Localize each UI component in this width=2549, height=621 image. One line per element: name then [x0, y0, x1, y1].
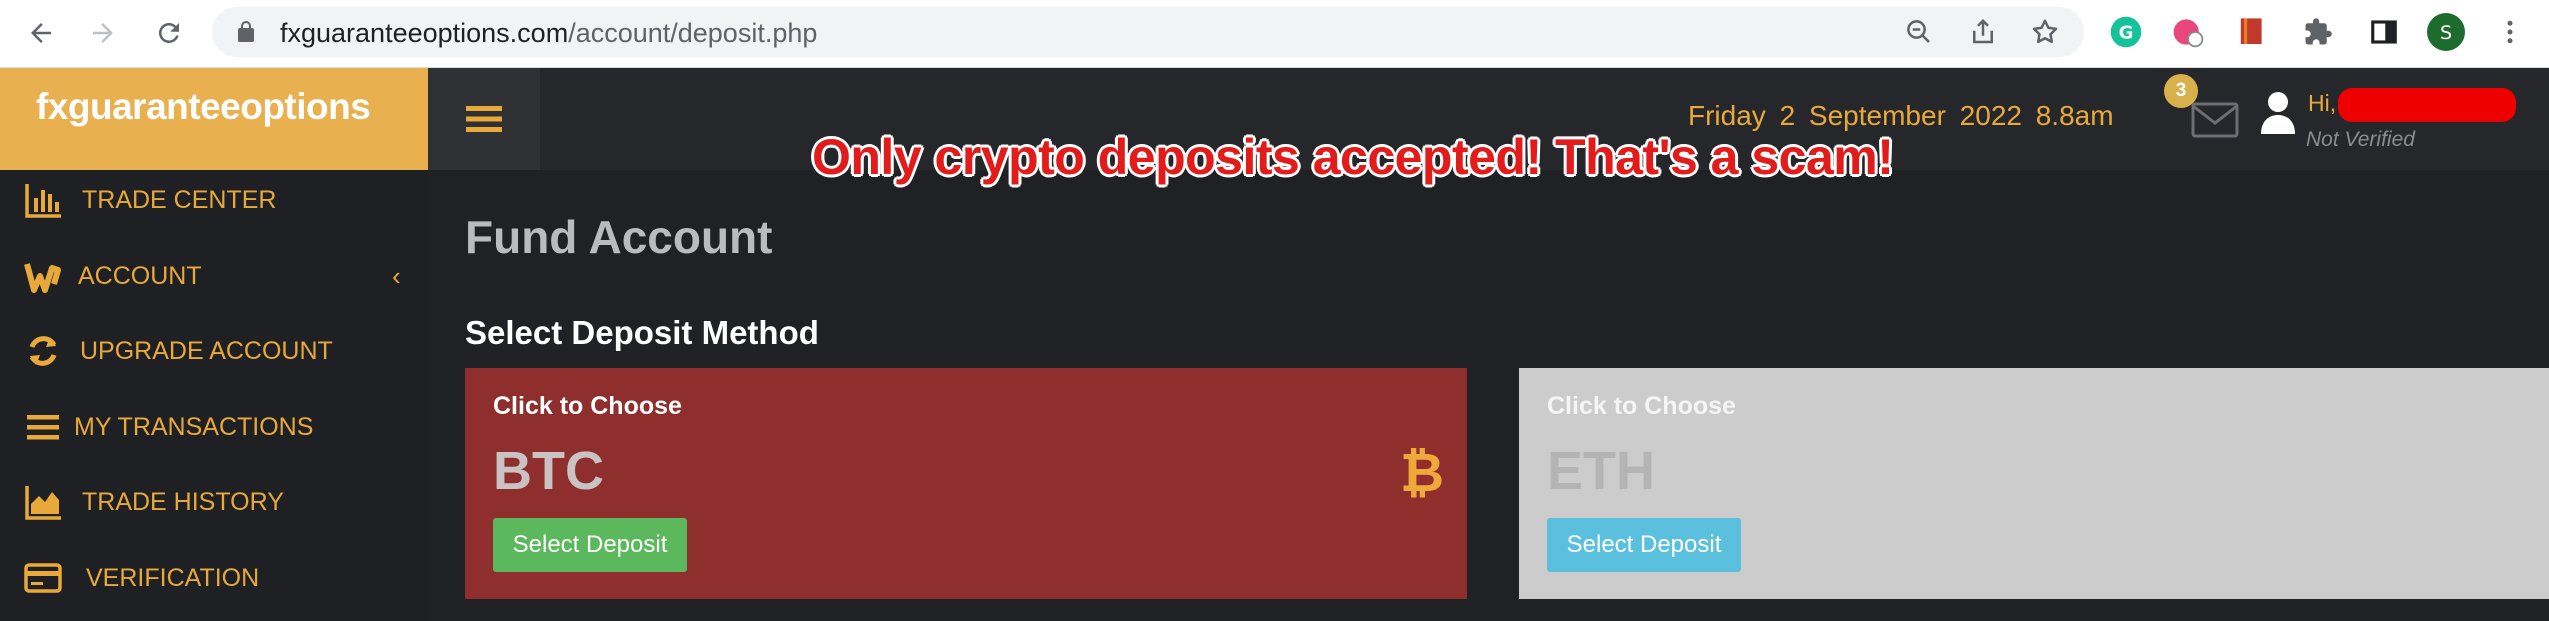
brand-logo-text[interactable]: fxguaranteeoptions — [36, 86, 371, 128]
warning-annotation: Only crypto deposits accepted! That's a … — [812, 129, 1894, 185]
sidebar-toggle-button[interactable] — [428, 68, 540, 170]
main-content: Fund Account Select Deposit Method Click… — [428, 170, 2549, 621]
bar-chart-icon — [22, 179, 64, 221]
url-text: fxguaranteeoptions.com/account/deposit.p… — [280, 19, 817, 47]
forward-button[interactable] — [80, 10, 126, 56]
redacted-username — [2338, 88, 2516, 122]
messages-count-badge: 3 — [2164, 74, 2198, 108]
deposit-card-eth[interactable]: Click to Choose ETH Select Deposit — [1519, 368, 2549, 599]
card-choose-label: Click to Choose — [493, 392, 682, 420]
extensions-puzzle-icon[interactable] — [2298, 12, 2338, 52]
card-choose-label: Click to Choose — [1547, 392, 1736, 420]
card-coin-name: BTC — [493, 441, 604, 501]
browser-toolbar: fxguaranteeoptions.com/account/deposit.p… — [0, 0, 2549, 68]
bookmark-star-icon[interactable] — [2030, 17, 2060, 47]
sidebar-item-label: TRADE CENTER — [82, 185, 277, 214]
url-path: /account/deposit.php — [568, 18, 818, 48]
user-icon[interactable] — [2258, 90, 2298, 136]
bitcoin-icon: ₿ — [1400, 443, 1445, 503]
list-icon — [22, 406, 64, 448]
arrow-right-icon — [93, 23, 113, 43]
sidebar-item-my-transactions[interactable]: MY TRANSACTIONS — [0, 397, 428, 457]
area-chart-icon — [22, 481, 64, 523]
address-bar[interactable]: fxguaranteeoptions.com/account/deposit.p… — [212, 7, 2084, 57]
sidebar-item-upgrade-account[interactable]: UPGRADE ACCOUNT — [0, 321, 428, 381]
share-icon[interactable] — [1968, 17, 1998, 47]
lock-icon — [238, 21, 254, 42]
sidebar-item-label: MY TRANSACTIONS — [74, 412, 314, 441]
zoom-out-icon[interactable] — [1904, 17, 1934, 47]
sidebar-item-label: UPGRADE ACCOUNT — [80, 336, 333, 365]
sidebar-item-label: TRADE HISTORY — [82, 487, 284, 516]
grammarly-extension-icon[interactable]: G — [2106, 12, 2146, 52]
id-card-icon — [22, 557, 64, 599]
wallet-icon — [22, 255, 64, 297]
reload-icon — [158, 22, 179, 43]
user-greeting[interactable]: Hi, — [2308, 90, 2336, 117]
page-title: Fund Account — [465, 211, 773, 263]
section-title: Select Deposit Method — [465, 314, 819, 351]
chevron-left-icon[interactable]: ‹ — [392, 261, 401, 292]
arrow-left-icon — [31, 23, 51, 43]
sidebar-item-trade-center[interactable]: TRADE CENTER — [0, 170, 428, 230]
sidebar-item-account[interactable]: ACCOUNT ‹ — [0, 246, 428, 306]
sidebar-item-label: ACCOUNT — [78, 261, 202, 290]
deposit-card-btc[interactable]: Click to Choose BTC ₿ Select Deposit — [465, 368, 1467, 599]
select-deposit-button[interactable]: Select Deposit — [493, 518, 687, 572]
browser-menu-icon[interactable] — [2490, 12, 2530, 52]
verification-status: Not Verified — [2306, 128, 2415, 151]
sidebar-item-trade-history[interactable]: TRADE HISTORY — [0, 472, 428, 532]
url-host: fxguaranteeoptions.com — [280, 18, 569, 48]
extension-badge-icon[interactable] — [2168, 12, 2208, 52]
sidebar-item-label: VERIFICATION — [86, 563, 260, 592]
refresh-icon — [22, 330, 64, 372]
profile-initial: S — [2440, 22, 2452, 44]
reload-button[interactable] — [146, 10, 192, 56]
book-extension-icon[interactable] — [2232, 12, 2272, 52]
sidebar-item-verification[interactable]: VERIFICATION — [0, 548, 428, 608]
profile-avatar[interactable]: S — [2426, 12, 2466, 52]
svg-text:G: G — [2119, 22, 2134, 43]
brand-header[interactable]: fxguaranteeoptions — [0, 68, 428, 170]
envelope-icon[interactable] — [2190, 98, 2240, 142]
card-coin-name: ETH — [1547, 441, 1655, 501]
sidebar: TRADE CENTER ACCOUNT ‹ UPGRADE ACCOUNT M… — [0, 170, 428, 621]
back-button[interactable] — [18, 10, 64, 56]
select-deposit-button[interactable]: Select Deposit — [1547, 518, 1741, 572]
hamburger-icon — [466, 106, 502, 132]
side-panel-icon[interactable] — [2364, 12, 2404, 52]
